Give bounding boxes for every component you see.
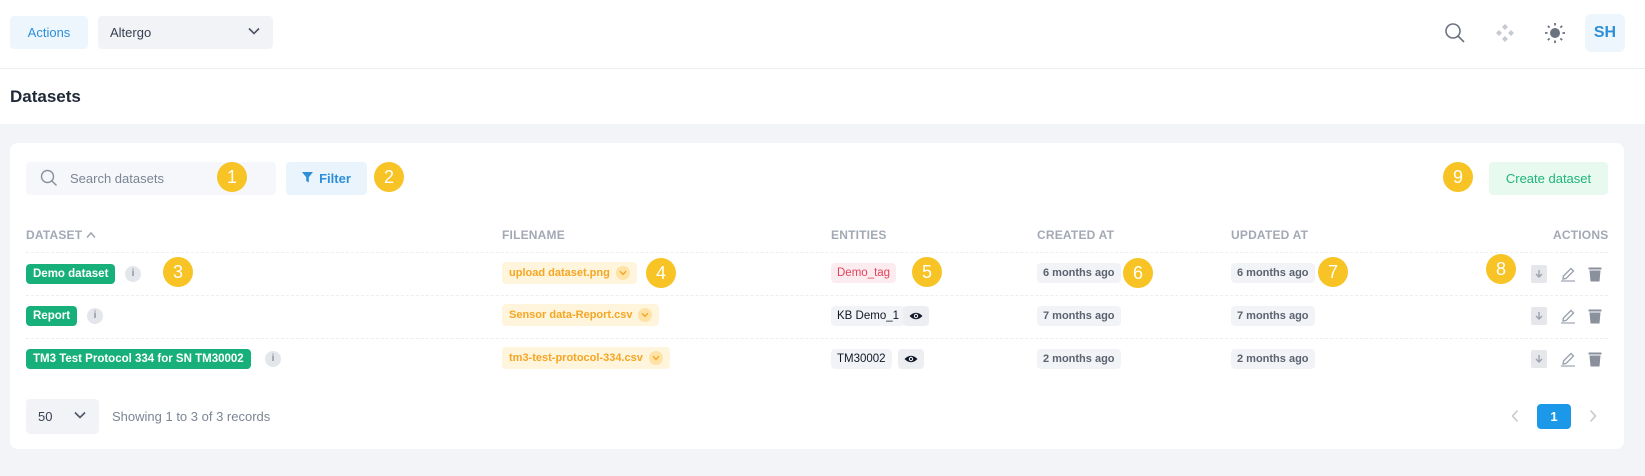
info-icon[interactable]: i	[125, 266, 141, 282]
sun-icon[interactable]	[1540, 18, 1570, 48]
edit-icon[interactable]	[1560, 307, 1576, 325]
filename-label: tm3-test-protocol-334.csv	[509, 352, 643, 364]
marker-6: 6	[1123, 258, 1153, 288]
chevron-left-icon[interactable]	[1505, 405, 1525, 427]
marker-4: 4	[646, 258, 676, 288]
filename-badge[interactable]: Sensor data-Report.csv	[502, 304, 660, 326]
chevron-right-icon[interactable]	[1583, 405, 1603, 427]
column-header-actions: ACTIONS	[1553, 228, 1609, 242]
dataset-name-badge[interactable]: TM3 Test Protocol 334 for SN TM30002	[26, 349, 251, 369]
filename-label: Sensor data-Report.csv	[509, 309, 633, 321]
trash-icon[interactable]	[1587, 307, 1603, 325]
marker-3: 3	[163, 257, 193, 287]
row-divider	[26, 295, 1608, 296]
eye-icon[interactable]	[903, 306, 929, 326]
marker-2: 2	[374, 162, 404, 192]
info-icon[interactable]: i	[265, 351, 281, 367]
filter-button[interactable]: Filter	[286, 162, 367, 195]
column-header-dataset[interactable]: DATASET	[26, 228, 96, 242]
filter-button-label: Filter	[319, 171, 351, 186]
avatar[interactable]: SH	[1585, 14, 1625, 52]
marker-8: 8	[1486, 254, 1516, 284]
column-header-filename: FILENAME	[502, 228, 565, 242]
sort-ascending-icon	[86, 228, 96, 242]
create-dataset-button[interactable]: Create dataset	[1489, 162, 1608, 195]
column-header-created-at[interactable]: CREATED AT	[1037, 228, 1114, 242]
organization-select[interactable]: Altergo	[98, 16, 273, 49]
filter-icon	[302, 171, 314, 186]
apps-icon[interactable]	[1490, 18, 1520, 48]
column-header-dataset-label: DATASET	[26, 228, 83, 242]
info-icon[interactable]: i	[87, 308, 103, 324]
chevron-down-icon	[73, 408, 87, 425]
actions-button[interactable]: Actions	[10, 16, 88, 49]
download-icon[interactable]	[1531, 265, 1547, 283]
dataset-name-badge[interactable]: Demo dataset	[26, 264, 116, 284]
created-at-badge: 2 months ago	[1037, 349, 1121, 369]
chevron-down-icon	[615, 266, 630, 280]
dataset-name-badge[interactable]: Report	[26, 306, 78, 326]
created-at-badge: 6 months ago	[1037, 263, 1121, 283]
entity-tag[interactable]: Demo_tag	[831, 263, 897, 283]
updated-at-badge: 7 months ago	[1231, 306, 1315, 326]
title-bar	[0, 69, 1645, 124]
column-header-entities: ENTITIES	[831, 228, 887, 242]
entity-tag[interactable]: TM30002	[831, 349, 892, 369]
entity-tag[interactable]: KB Demo_1	[831, 306, 906, 326]
chevron-down-icon	[648, 351, 663, 365]
updated-at-badge: 2 months ago	[1231, 349, 1315, 369]
search-icon	[40, 169, 58, 192]
row-divider	[26, 252, 1608, 253]
search-icon[interactable]	[1440, 18, 1470, 48]
filename-badge[interactable]: upload dataset.png	[502, 262, 637, 284]
marker-7: 7	[1318, 257, 1348, 287]
chevron-down-icon	[638, 308, 653, 322]
chevron-down-icon	[247, 24, 261, 41]
updated-at-badge: 6 months ago	[1231, 263, 1315, 283]
page-size-select[interactable]: 50	[26, 399, 99, 434]
marker-9: 9	[1443, 162, 1473, 192]
row-divider	[26, 338, 1608, 339]
download-icon[interactable]	[1531, 350, 1547, 368]
filename-label: upload dataset.png	[509, 267, 610, 279]
organization-select-value: Altergo	[110, 25, 152, 40]
marker-5: 5	[912, 257, 942, 287]
page-size-value: 50	[38, 409, 53, 424]
page-button-current[interactable]: 1	[1537, 404, 1571, 429]
edit-icon[interactable]	[1560, 350, 1576, 368]
created-at-badge: 7 months ago	[1037, 306, 1121, 326]
trash-icon[interactable]	[1587, 265, 1603, 283]
records-summary: Showing 1 to 3 of 3 records	[112, 409, 271, 424]
download-icon[interactable]	[1531, 307, 1547, 325]
marker-1: 1	[217, 162, 247, 192]
filename-badge[interactable]: tm3-test-protocol-334.csv	[502, 347, 670, 369]
page-title: Datasets	[10, 87, 81, 106]
edit-icon[interactable]	[1560, 265, 1576, 283]
eye-icon[interactable]	[898, 349, 924, 369]
column-header-updated-at[interactable]: UPDATED AT	[1231, 228, 1308, 242]
trash-icon[interactable]	[1587, 350, 1603, 368]
